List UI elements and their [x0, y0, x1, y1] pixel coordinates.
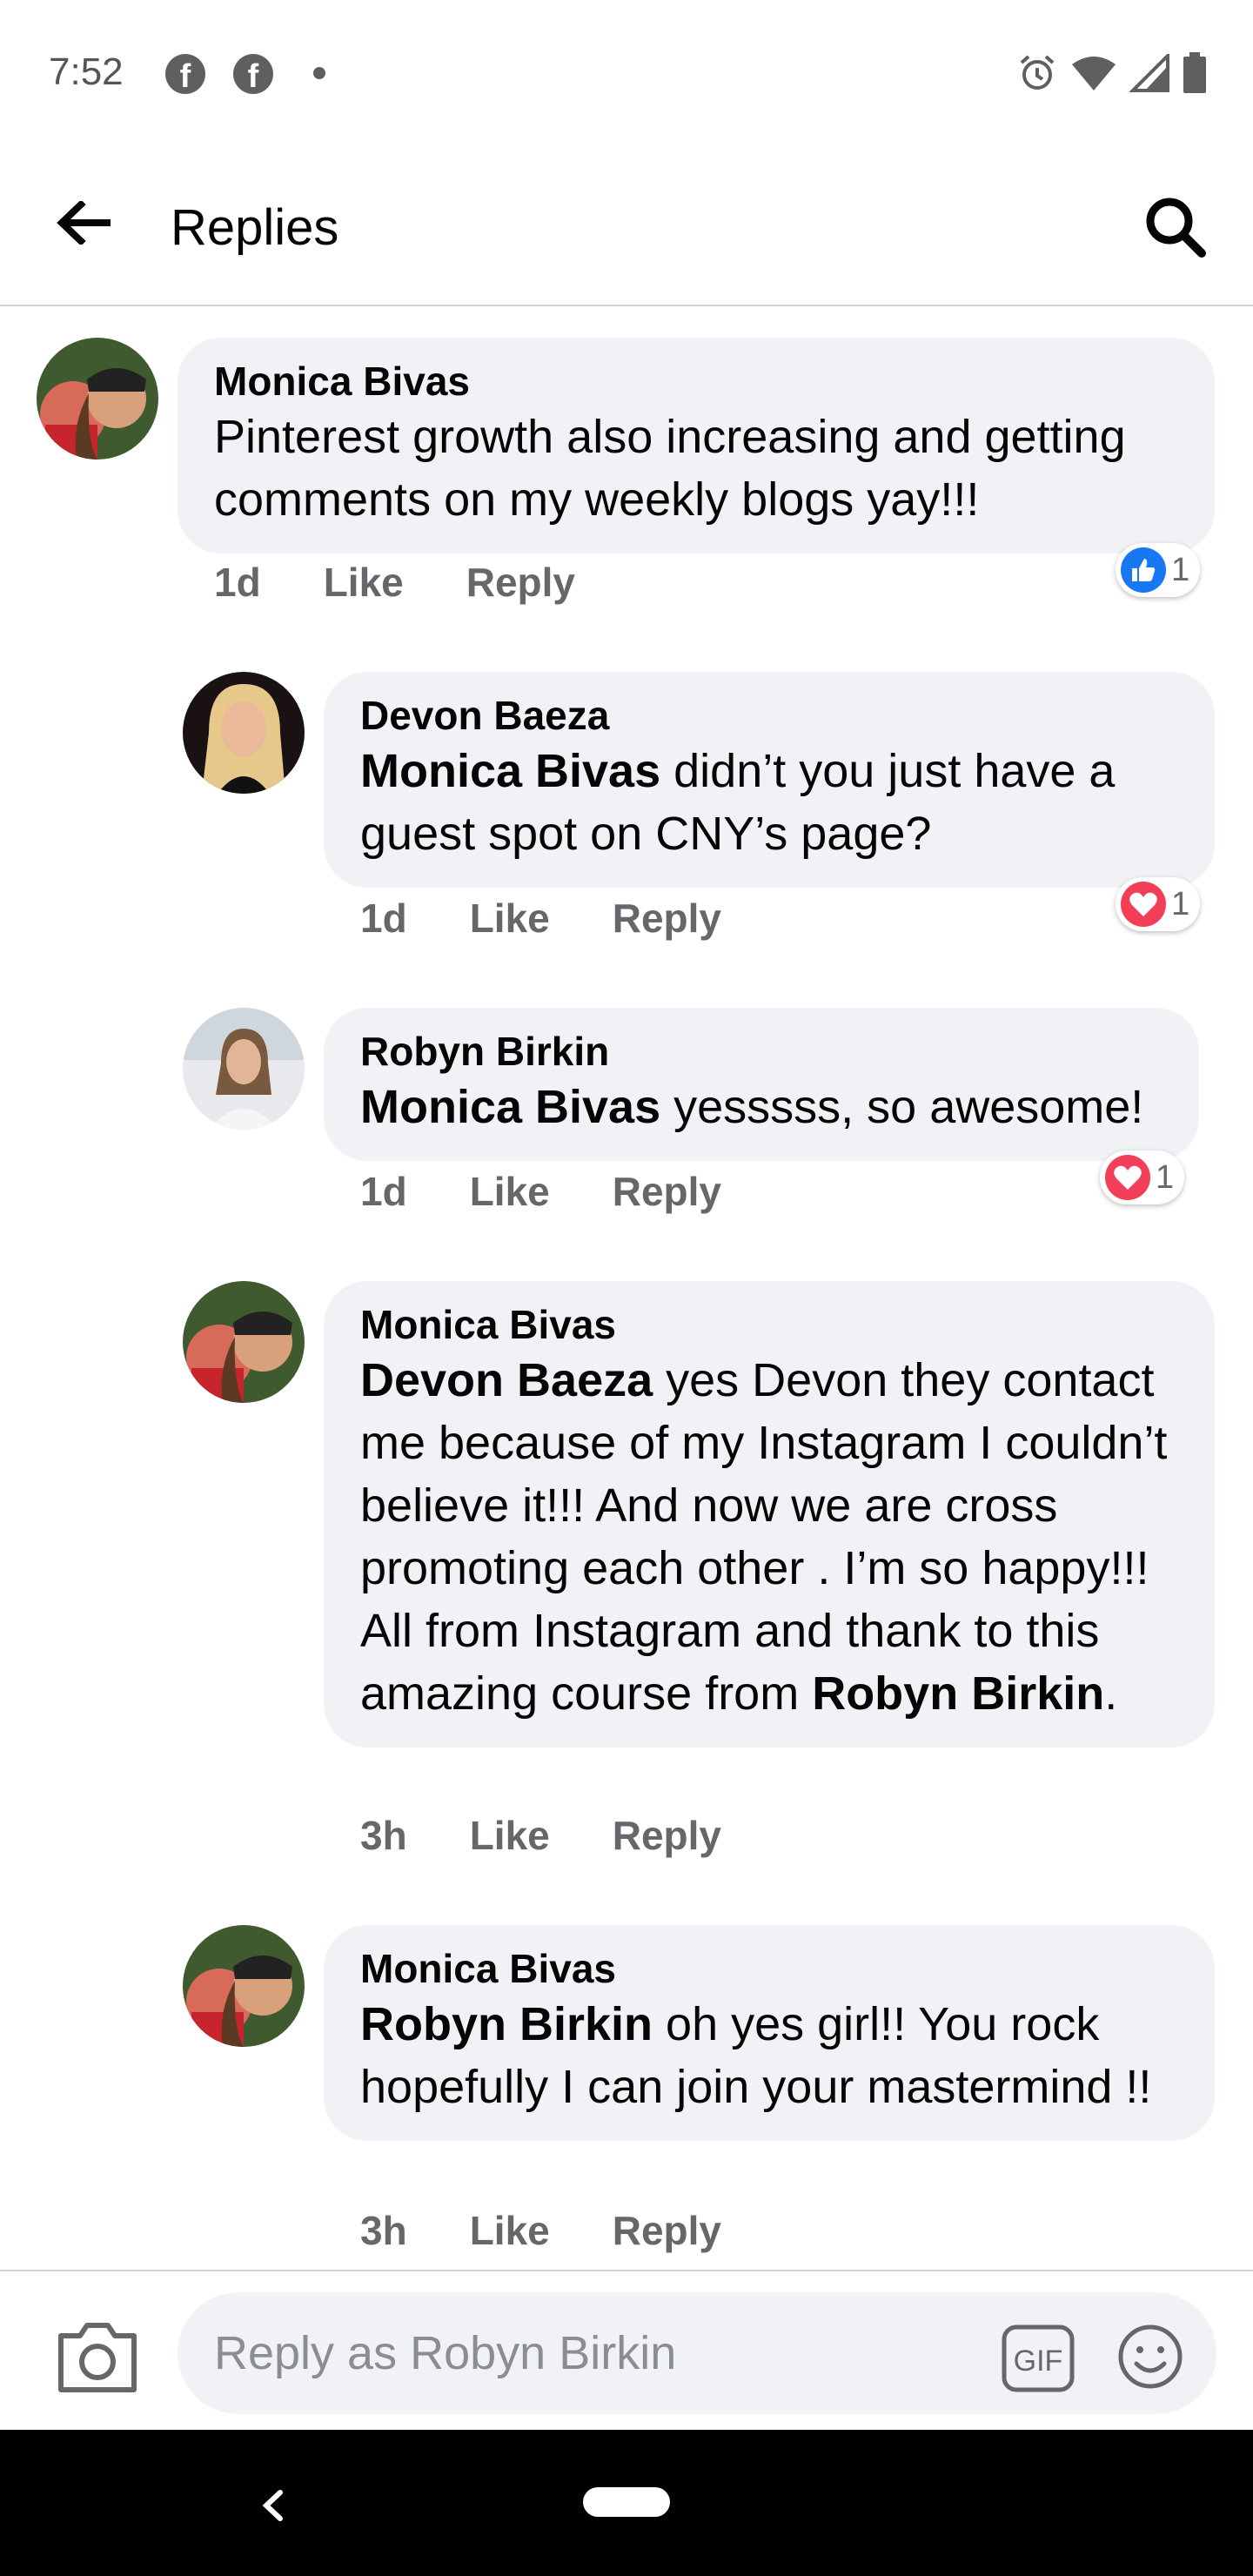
- comment-time: 3h: [360, 1813, 407, 1858]
- like-button[interactable]: Like: [470, 895, 550, 942]
- heart-icon: [1121, 882, 1166, 927]
- like-button[interactable]: Like: [470, 2207, 550, 2254]
- status-icons: [1016, 50, 1208, 96]
- app-bar: Replies: [0, 148, 1253, 306]
- comment-time: 3h: [360, 2208, 407, 2253]
- comment-actions: 3h Like Reply: [360, 2207, 784, 2254]
- reply-button[interactable]: Reply: [613, 2207, 721, 2254]
- like-button[interactable]: Like: [470, 1812, 550, 1859]
- reply-button[interactable]: Reply: [613, 1168, 721, 1215]
- reaction-count-text: 1: [1156, 1158, 1175, 1196]
- avatar[interactable]: [183, 1925, 305, 2047]
- more-notifications-dot-icon: [313, 67, 325, 79]
- alarm-icon: [1020, 55, 1055, 90]
- page-title: Replies: [171, 199, 339, 256]
- cell-signal-icon: [1129, 54, 1169, 92]
- mention-link[interactable]: Robyn Birkin: [360, 1998, 653, 2050]
- comment-actions: 1d Like Reply: [360, 895, 784, 942]
- comment-text: Monica Bivas yesssss, so awesome!: [360, 1081, 1144, 1133]
- comment-time: 1d: [214, 560, 261, 605]
- avatar[interactable]: [183, 1281, 305, 1403]
- comment-text: Robyn Birkin oh yes girl!! You rock hope…: [360, 1998, 1152, 2113]
- avatar[interactable]: [183, 672, 305, 794]
- comment-bubble[interactable]: Monica Bivas Pinterest growth also incre…: [178, 338, 1215, 553]
- chevron-left-icon: [262, 2490, 283, 2521]
- battery-icon: [1183, 52, 1206, 93]
- comment-author[interactable]: Devon Baeza: [360, 691, 1178, 740]
- reply-button[interactable]: Reply: [466, 559, 575, 606]
- comment-actions: 1d Like Reply: [214, 559, 638, 606]
- comment-author[interactable]: Monica Bivas: [214, 357, 1178, 406]
- mention-link[interactable]: Monica Bivas: [360, 1081, 660, 1133]
- thumbs-up-icon: [1121, 547, 1166, 593]
- like-button[interactable]: Like: [324, 559, 404, 606]
- mention-link[interactable]: Devon Baeza: [360, 1354, 653, 1406]
- comment-bubble[interactable]: Monica Bivas Robyn Birkin oh yes girl!! …: [324, 1925, 1215, 2141]
- comment-author[interactable]: Monica Bivas: [360, 1944, 1178, 1993]
- comment-bubble[interactable]: Devon Baeza Monica Bivas didn’t you just…: [324, 672, 1215, 888]
- comment-time: 1d: [360, 896, 407, 941]
- reply-composer: GIF: [0, 2270, 1253, 2430]
- search-button[interactable]: [1135, 186, 1215, 266]
- comment-bubble[interactable]: Monica Bivas Devon Baeza yes Devon they …: [324, 1281, 1215, 1748]
- reaction-count-text: 1: [1171, 885, 1190, 922]
- smiley-icon: [1118, 2324, 1183, 2389]
- like-button[interactable]: Like: [470, 1168, 550, 1215]
- camera-icon: [58, 2323, 137, 2392]
- gif-icon: GIF: [1002, 2324, 1075, 2392]
- avatar[interactable]: [183, 1008, 305, 1130]
- reply-button[interactable]: Reply: [613, 895, 721, 942]
- emoji-button[interactable]: [1116, 2322, 1185, 2392]
- mention-link[interactable]: Robyn Birkin: [812, 1667, 1104, 1720]
- camera-button[interactable]: [56, 2317, 139, 2395]
- comment-author[interactable]: Robyn Birkin: [360, 1027, 1163, 1076]
- avatar[interactable]: [37, 338, 158, 460]
- reaction-count[interactable]: 1: [1116, 543, 1201, 597]
- reaction-count[interactable]: 1: [1100, 1150, 1185, 1204]
- comment-time: 1d: [360, 1169, 407, 1214]
- system-back-button[interactable]: [251, 2475, 294, 2536]
- comment-author[interactable]: Monica Bivas: [360, 1300, 1178, 1349]
- comment-actions: 3h Like Reply: [360, 1812, 784, 1859]
- back-arrow-icon: [57, 201, 111, 245]
- status-time: 7:52: [49, 50, 124, 93]
- gif-button[interactable]: GIF: [1001, 2324, 1075, 2393]
- home-pill-button[interactable]: [583, 2487, 670, 2517]
- heart-icon: [1105, 1155, 1150, 1200]
- comment-text: Pinterest growth also increasing and get…: [214, 411, 1126, 526]
- facebook-notification-icon: f: [165, 54, 205, 94]
- reply-button[interactable]: Reply: [613, 1812, 721, 1859]
- status-bar: 7:52 f f: [0, 0, 1253, 148]
- comment-text: Devon Baeza yes Devon they contact me be…: [360, 1354, 1168, 1720]
- system-navigation-bar: [0, 2430, 1253, 2576]
- reaction-count[interactable]: 1: [1116, 877, 1201, 931]
- back-button[interactable]: [49, 188, 118, 258]
- reaction-count-text: 1: [1171, 551, 1190, 588]
- facebook-notification-icon: f: [233, 54, 273, 94]
- comment-text: Monica Bivas didn’t you just have a gues…: [360, 745, 1116, 860]
- comment-actions: 1d Like Reply: [360, 1168, 784, 1215]
- search-icon: [1146, 198, 1206, 258]
- wifi-icon: [1072, 57, 1116, 91]
- comment-bubble[interactable]: Robyn Birkin Monica Bivas yesssss, so aw…: [324, 1008, 1199, 1161]
- svg-text:GIF: GIF: [1014, 2345, 1063, 2378]
- mention-link[interactable]: Monica Bivas: [360, 745, 660, 797]
